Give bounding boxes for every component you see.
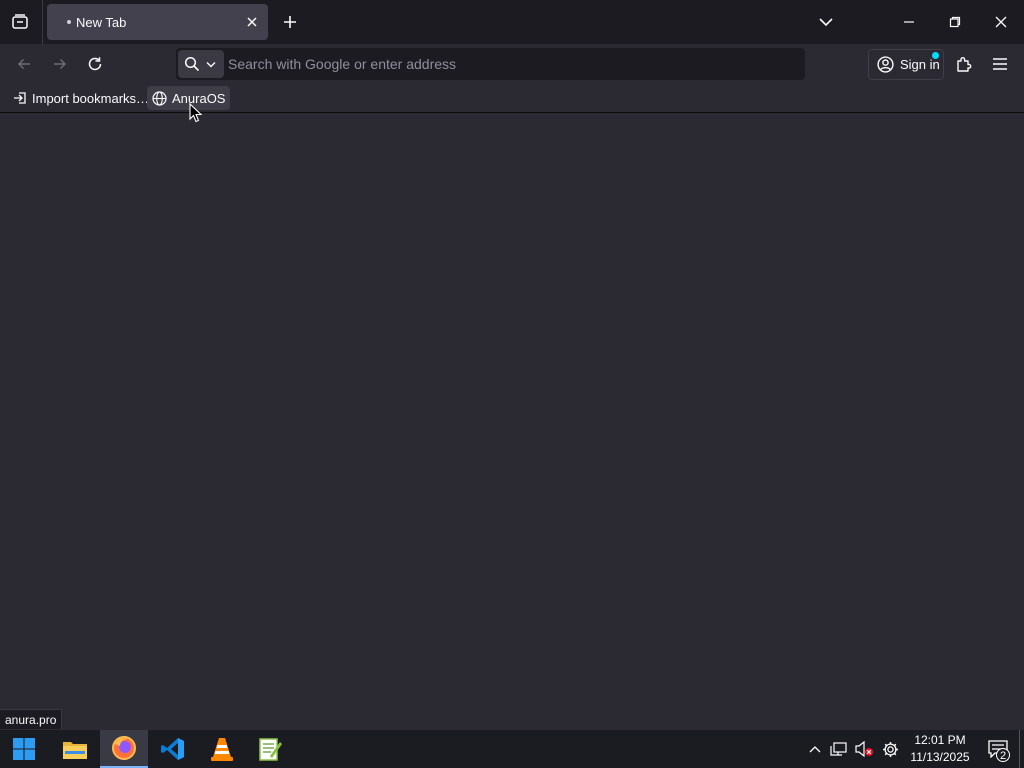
search-icon [184,56,200,72]
url-bar [176,48,805,80]
arrow-right-icon [54,58,67,70]
page-content[interactable] [0,114,1024,730]
volume-button[interactable] [852,730,876,768]
restore-button[interactable] [932,0,978,44]
reload-icon [88,57,102,71]
close-icon [995,16,1007,28]
taskbar: 12:01 PM 11/13/2025 2 [0,730,1024,768]
notification-dot [932,52,939,59]
puzzle-icon [957,57,972,72]
taskbar-vlc[interactable] [198,730,246,768]
chevron-down-icon [206,61,216,67]
taskbar-vscode[interactable] [149,730,197,768]
cursor-arrow-icon [189,103,203,123]
tab-strip: New Tab [0,0,1024,44]
bookmarks-toolbar: Import bookmarks… AnuraOS [0,84,1024,113]
windows-icon [13,738,35,760]
app-menu-button[interactable] [984,48,1016,80]
firefox-icon [112,736,136,760]
tab-title: New Tab [76,15,127,30]
account-icon [877,56,894,73]
tab-separator [42,0,43,44]
gear-icon [882,741,898,757]
settings-button[interactable] [879,730,901,768]
arrow-left-icon [17,58,30,70]
folder-icon [63,742,87,759]
taskbar-file-explorer[interactable] [51,730,99,768]
list-all-tabs-button[interactable] [812,8,840,36]
tab-new-tab[interactable]: New Tab [47,4,268,40]
sign-in-button[interactable]: Sign in [868,49,944,80]
close-window-button[interactable] [978,0,1024,44]
close-icon [247,17,257,27]
clock-date: 11/13/2025 [910,750,970,764]
mouse-cursor [189,103,203,123]
forward-button[interactable] [44,48,76,80]
address-input[interactable] [228,48,798,80]
extensions-button[interactable] [948,48,980,80]
vscode-icon [161,738,184,760]
clock-time: 12:01 PM [914,733,966,747]
network-icon [830,742,847,756]
show-desktop-button[interactable] [1019,730,1020,768]
sign-in-label: Sign in [900,57,940,72]
chevron-down-icon [819,18,833,27]
plus-icon [284,16,296,28]
new-tab-button[interactable] [276,8,304,36]
bookmark-import[interactable]: Import bookmarks… [8,86,154,110]
taskbar-firefox[interactable] [100,730,148,768]
tab-dot-icon [67,20,71,24]
firefox-view-icon [12,14,28,29]
status-panel: anura.pro [0,709,63,729]
volume-muted-icon [855,741,873,757]
start-button[interactable] [0,730,48,768]
firefox-view-button[interactable] [6,8,34,36]
import-icon [14,92,26,104]
globe-icon [152,90,167,106]
vlc-icon [211,738,233,761]
clock[interactable]: 12:01 PM 11/13/2025 [902,732,978,766]
minimize-button[interactable] [886,0,932,44]
bookmark-label: Import bookmarks… [32,90,150,106]
network-button[interactable] [828,730,850,768]
reload-button[interactable] [79,48,111,80]
notification-count: 2 [996,748,1010,762]
chevron-up-icon [809,746,821,753]
tab-close-button[interactable] [242,12,262,32]
navigation-toolbar: Sign in [0,44,1024,84]
search-engine-button[interactable] [178,50,224,78]
taskbar-notepad-plus-plus[interactable] [246,730,294,768]
show-hidden-icons-button[interactable] [805,730,825,768]
notification-center-button[interactable]: 2 [987,738,1010,762]
notepad-icon [259,738,282,761]
hamburger-menu-icon [993,58,1007,70]
restore-icon [949,16,961,28]
back-button[interactable] [8,48,40,80]
minimize-icon [904,21,914,23]
